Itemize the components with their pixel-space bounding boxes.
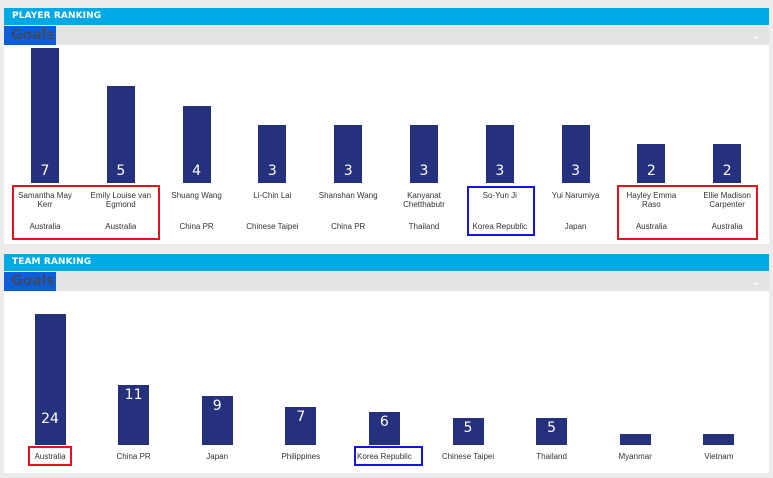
team-bar[interactable]: 11 [118,385,150,445]
player-name[interactable]: Kanyanat Chetthabutr [390,191,458,209]
team-goals-value: 5 [463,420,473,436]
player-bar[interactable]: 3 [410,125,438,183]
player-ranking-subbar: Goals ⌄ [4,26,769,45]
team-name[interactable]: Vietnam [683,452,755,461]
player-ranking-header: PLAYER RANKING [4,8,769,25]
player-bar[interactable]: 2 [713,144,742,183]
player-bar[interactable]: 7 [31,48,59,183]
player-bar[interactable]: 3 [258,125,287,183]
team-bar[interactable]: 24 [34,314,66,445]
player-bar[interactable]: 3 [485,125,514,183]
team-bar[interactable]: 2 [619,434,651,445]
player-name[interactable]: Shuang Wang [163,191,231,200]
team-bar[interactable]: 9 [201,396,233,445]
player-goals-value: 3 [343,163,353,179]
team-bar[interactable]: 5 [536,418,568,445]
team-name[interactable]: Japan [181,452,253,461]
player-bar[interactable]: 3 [334,125,363,183]
team-goals-value: 5 [547,420,557,436]
player-goals-value: 4 [192,163,202,179]
chevron-down-icon[interactable]: ⌄ [751,273,761,289]
team-name[interactable]: Thailand [516,452,588,461]
chevron-down-icon[interactable]: ⌄ [751,27,761,43]
player-goals-value: 3 [571,163,581,179]
highlight-australia-team [28,446,72,466]
player-name[interactable]: Yui Narumiya [542,191,610,200]
player-country: China PR [331,222,366,231]
player-goals-value: 2 [646,163,656,179]
player-country: Thailand [408,222,440,231]
highlight-korea-player [467,186,535,236]
player-name[interactable]: Shanshan Wang [314,191,382,200]
team-name[interactable]: Myanmar [599,452,671,461]
team-ranking-subbar: Goals ⌄ [4,272,769,291]
player-country: Japan [564,222,587,231]
team-goals-value: 9 [212,398,222,414]
player-country: China PR [179,222,214,231]
player-bar[interactable]: 5 [106,86,135,183]
team-bar[interactable]: 6 [368,412,400,445]
player-bar[interactable]: 2 [637,144,666,183]
team-name[interactable]: China PR [98,452,170,461]
player-bar[interactable]: 3 [561,125,590,183]
player-goals-value: 2 [722,163,732,179]
team-goals-tab[interactable]: Goals [4,272,56,291]
player-goals-tab[interactable]: Goals [4,26,56,45]
player-country: Chinese Taipei [246,222,299,231]
team-goals-value: 7 [296,409,306,425]
player-goals-value: 5 [116,163,126,179]
player-bar[interactable]: 4 [182,106,211,183]
team-bar[interactable]: 5 [452,418,484,445]
team-bar[interactable]: 2 [703,434,735,445]
team-goals-value: 6 [379,414,389,430]
player-goals-value: 3 [495,163,505,179]
player-goals-value: 3 [267,163,277,179]
highlight-korea-team [354,446,423,466]
team-ranking-header: TEAM RANKING [4,254,769,271]
team-bar[interactable]: 7 [285,407,317,445]
team-goals-value: 11 [124,387,143,403]
team-name[interactable]: Philippines [265,452,337,461]
player-name[interactable]: Li-Chin Lai [238,191,306,200]
highlight-australia-players-right [617,185,758,240]
team-name[interactable]: Chinese Taipei [432,452,504,461]
team-goals-value: 24 [41,411,59,427]
player-goals-value: 7 [40,163,50,179]
highlight-australia-players-left [12,185,160,240]
player-goals-value: 3 [419,163,429,179]
